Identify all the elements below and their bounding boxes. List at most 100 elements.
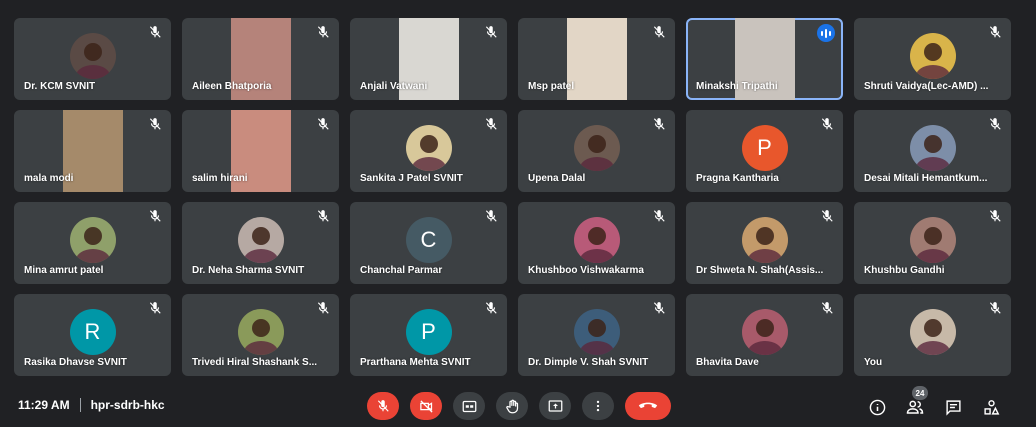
participant-name: Khushbu Gandhi <box>864 265 945 276</box>
avatar: C <box>405 216 452 263</box>
raise-hand-button[interactable] <box>496 392 528 420</box>
leave-call-button[interactable] <box>625 392 671 420</box>
mic-muted-icon <box>988 25 1002 39</box>
participant-name: Sankita J Patel SVNIT <box>360 173 463 184</box>
speaking-indicator-icon <box>817 24 835 42</box>
participant-tile[interactable]: Dr Shweta N. Shah(Assis... <box>686 202 843 284</box>
mic-muted-icon <box>316 209 330 223</box>
participant-tile[interactable]: C Chanchal Parmar <box>350 202 507 284</box>
mic-off-button[interactable] <box>367 392 399 420</box>
mic-muted-icon <box>148 25 162 39</box>
participant-tile[interactable]: Bhavita Dave <box>686 294 843 376</box>
camera-off-button[interactable] <box>410 392 442 420</box>
participant-tile[interactable]: P Prarthana Mehta SVNIT <box>350 294 507 376</box>
captions-button[interactable] <box>453 392 485 420</box>
participant-tile[interactable]: Dr. Neha Sharma SVNIT <box>182 202 339 284</box>
more-options-button[interactable] <box>582 392 614 420</box>
participant-name: Aileen Bhatporia <box>192 81 272 92</box>
mic-muted-icon <box>988 301 1002 315</box>
participant-tile[interactable]: R Rasika Dhavse SVNIT <box>14 294 171 376</box>
bottom-control-bar: 11:29 AM hpr-sdrb-hkc 24 <box>0 384 1036 427</box>
avatar: P <box>405 308 452 355</box>
mic-muted-icon <box>148 117 162 131</box>
people-button[interactable]: 24 <box>904 386 928 418</box>
mic-muted-icon <box>988 209 1002 223</box>
chat-icon <box>945 399 961 416</box>
participant-tile[interactable]: Khushboo Vishwakarma <box>518 202 675 284</box>
chat-button[interactable] <box>942 396 964 418</box>
avatar <box>909 308 956 355</box>
avatar <box>405 124 452 171</box>
participant-tile[interactable]: mala modi <box>14 110 171 192</box>
mic-muted-icon <box>652 209 666 223</box>
participant-name: Bhavita Dave <box>696 357 759 368</box>
activities-icon <box>983 399 999 415</box>
avatar <box>69 32 116 79</box>
side-panel-buttons: 24 <box>866 386 1002 418</box>
participant-tile[interactable]: Dr. KCM SVNIT <box>14 18 171 100</box>
call-controls <box>367 392 671 420</box>
mic-muted-icon <box>316 25 330 39</box>
mic-muted-icon <box>988 117 1002 131</box>
avatar <box>909 124 956 171</box>
participant-name: Upena Dalal <box>528 173 586 184</box>
participant-tile[interactable]: Minakshi Tripathi <box>686 18 843 100</box>
participant-name: Shruti Vaidya(Lec-AMD) ... <box>864 81 989 92</box>
participant-tile[interactable]: You <box>854 294 1011 376</box>
participant-tile[interactable]: Aileen Bhatporia <box>182 18 339 100</box>
camera-off-icon <box>419 399 433 413</box>
participant-name: Chanchal Parmar <box>360 265 443 276</box>
activities-button[interactable] <box>980 396 1002 418</box>
participant-name: Prarthana Mehta SVNIT <box>360 357 471 368</box>
meeting-code[interactable]: hpr-sdrb-hkc <box>91 398 165 412</box>
participant-tile[interactable]: salim hirani <box>182 110 339 192</box>
participant-name: Trivedi Hiral Shashank S... <box>192 357 318 368</box>
avatar <box>573 216 620 263</box>
avatar <box>237 308 284 355</box>
mic-muted-icon <box>820 301 834 315</box>
participant-name: salim hirani <box>192 173 248 184</box>
more-vert-icon <box>596 400 600 412</box>
mic-muted-icon <box>316 301 330 315</box>
participant-tile[interactable]: Mina amrut patel <box>14 202 171 284</box>
avatar <box>741 308 788 355</box>
participant-name: Dr. KCM SVNIT <box>24 81 96 92</box>
participant-tile[interactable]: Desai Mitali Hemantkum... <box>854 110 1011 192</box>
mic-muted-icon <box>820 117 834 131</box>
participant-name: Dr. Neha Sharma SVNIT <box>192 265 305 276</box>
present-button[interactable] <box>539 392 571 420</box>
participant-tile[interactable]: Sankita J Patel SVNIT <box>350 110 507 192</box>
mic-muted-icon <box>316 117 330 131</box>
participant-tile[interactable]: Khushbu Gandhi <box>854 202 1011 284</box>
participant-count-badge: 24 <box>912 386 928 400</box>
avatar <box>237 216 284 263</box>
people-icon <box>906 400 924 414</box>
participant-name: Dr Shweta N. Shah(Assis... <box>696 265 824 276</box>
participant-name: Anjali Vatwani <box>360 81 428 92</box>
meeting-details-button[interactable] <box>866 396 888 418</box>
avatar <box>741 216 788 263</box>
participant-tile[interactable]: Dr. Dimple V. Shah SVNIT <box>518 294 675 376</box>
participant-tile[interactable]: Trivedi Hiral Shashank S... <box>182 294 339 376</box>
participant-name: Pragna Kantharia <box>696 173 779 184</box>
info-icon <box>869 399 885 415</box>
participant-tile[interactable]: Shruti Vaidya(Lec-AMD) ... <box>854 18 1011 100</box>
captions-icon <box>462 400 476 412</box>
participant-tile[interactable]: Upena Dalal <box>518 110 675 192</box>
participant-name: Minakshi Tripathi <box>696 81 778 92</box>
participant-tile[interactable]: Anjali Vatwani <box>350 18 507 100</box>
mic-muted-icon <box>484 301 498 315</box>
participant-tile[interactable]: Msp patel <box>518 18 675 100</box>
mic-muted-icon <box>484 117 498 131</box>
avatar <box>573 308 620 355</box>
mic-muted-icon <box>652 117 666 131</box>
mic-off-icon <box>377 400 389 412</box>
call-end-icon <box>638 402 658 409</box>
participant-tile[interactable]: P Pragna Kantharia <box>686 110 843 192</box>
clock-time: 11:29 AM <box>18 398 70 412</box>
participant-name: Rasika Dhavse SVNIT <box>24 357 127 368</box>
avatar <box>573 124 620 171</box>
present-icon <box>548 400 562 412</box>
avatar <box>69 216 116 263</box>
avatar: R <box>69 308 116 355</box>
